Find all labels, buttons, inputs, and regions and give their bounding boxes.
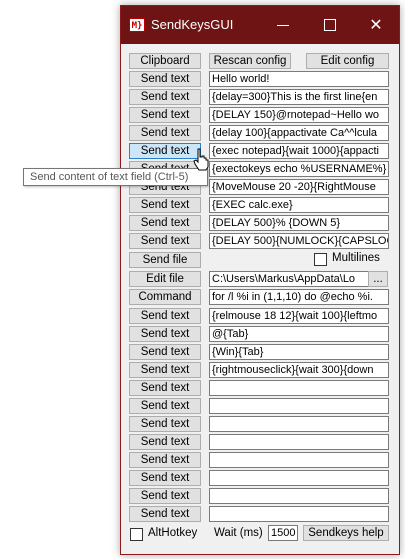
send-text-button[interactable]: Send text	[129, 362, 201, 378]
send-text-field[interactable]	[209, 506, 389, 522]
wait-ms-field[interactable]: 1500	[268, 525, 298, 541]
send-text-field[interactable]: {delay=300}This is the first line{en	[209, 89, 389, 105]
window-title: SendKeysGUI	[151, 17, 234, 32]
tooltip: Send content of text field (Ctrl-5)	[23, 168, 208, 186]
close-button[interactable]: ✕	[353, 6, 399, 44]
send-text-button[interactable]: Send text	[129, 215, 201, 231]
send-text-button[interactable]: Send text	[129, 434, 201, 450]
send-text-field[interactable]: {DELAY 500}{NUMLOCK}{CAPSLOC	[209, 233, 389, 249]
edit-file-button[interactable]: Edit file	[129, 271, 201, 287]
send-text-field[interactable]: {EXEC calc.exe}	[209, 197, 389, 213]
althotkey-checkbox[interactable]	[130, 528, 143, 541]
rescan-config-button[interactable]: Rescan config	[209, 53, 291, 69]
send-text-button[interactable]: Send text	[129, 233, 201, 249]
wait-label: Wait (ms)	[214, 527, 263, 539]
send-text-button[interactable]: Send text	[129, 398, 201, 414]
send-text-field[interactable]	[209, 380, 389, 396]
maximize-button[interactable]	[307, 6, 353, 44]
sendkeysgui-window: M} SendKeysGUI ✕ Clipboard Rescan config…	[120, 5, 400, 555]
sendkeys-help-button[interactable]: Sendkeys help	[303, 525, 389, 541]
send-text-field[interactable]: {exectokeys echo %USERNAME%}	[209, 161, 389, 177]
minimize-icon	[277, 25, 289, 26]
maximize-icon	[324, 19, 336, 31]
edit-config-button[interactable]: Edit config	[306, 53, 389, 69]
hand-cursor-icon	[193, 148, 209, 171]
send-text-field[interactable]: {DELAY 500}% {DOWN 5}	[209, 215, 389, 231]
close-icon: ✕	[369, 15, 383, 34]
send-text-field[interactable]	[209, 452, 389, 468]
send-text-field[interactable]	[209, 434, 389, 450]
send-text-field[interactable]: {MoveMouse 20 -20}{RightMouse	[209, 179, 389, 195]
send-file-button[interactable]: Send file	[129, 252, 201, 268]
send-text-field[interactable]	[209, 398, 389, 414]
send-text-button[interactable]: Send text	[129, 326, 201, 342]
send-text-field[interactable]: @{Tab}	[209, 326, 389, 342]
send-text-button[interactable]: Send text	[129, 344, 201, 360]
send-text-button[interactable]: Send text	[129, 71, 201, 87]
send-text-field[interactable]: {rightmouseclick}{wait 300}{down	[209, 362, 389, 378]
title-bar[interactable]: M} SendKeysGUI ✕	[121, 6, 399, 44]
send-text-button[interactable]: Send text	[129, 380, 201, 396]
send-text-button[interactable]: Send text	[129, 197, 201, 213]
send-text-field[interactable]: {exec notepad}{wait 1000}{appacti	[209, 143, 389, 159]
clipboard-button[interactable]: Clipboard	[129, 53, 201, 69]
command-button[interactable]: Command	[129, 289, 201, 305]
send-text-button[interactable]: Send text	[129, 308, 201, 324]
send-text-field[interactable]: Hello world!	[209, 71, 389, 87]
send-text-field[interactable]	[209, 470, 389, 486]
send-text-field[interactable]: {DELAY 150}@rnotepad~Hello wo	[209, 107, 389, 123]
app-icon: M}	[129, 18, 145, 32]
multilines-label: Multilines	[332, 252, 380, 264]
send-text-field[interactable]: {delay 100}{appactivate Ca^^lcula	[209, 125, 389, 141]
browse-button[interactable]: ...	[368, 271, 388, 287]
althotkey-label: AltHotkey	[148, 527, 198, 539]
send-text-button[interactable]: Send text	[129, 107, 201, 123]
send-text-field[interactable]: {relmouse 18 12}{wait 100}{leftmo	[209, 308, 389, 324]
send-text-button[interactable]: Send text	[129, 470, 201, 486]
send-text-button[interactable]: Send text	[129, 416, 201, 432]
send-text-button[interactable]: Send text	[129, 125, 201, 141]
send-text-field[interactable]	[209, 416, 389, 432]
command-field[interactable]: for /l %i in (1,1,10) do @echo %i.	[209, 289, 389, 305]
send-text-button[interactable]: Send text	[129, 506, 201, 522]
send-text-button[interactable]: Send text	[129, 143, 201, 159]
send-text-button[interactable]: Send text	[129, 452, 201, 468]
multilines-checkbox[interactable]	[314, 253, 327, 266]
send-text-field[interactable]	[209, 488, 389, 504]
minimize-button[interactable]	[261, 6, 307, 44]
send-text-button[interactable]: Send text	[129, 89, 201, 105]
send-text-button[interactable]: Send text	[129, 488, 201, 504]
file-path-field[interactable]: C:\Users\Markus\AppData\Lo	[209, 271, 369, 287]
send-text-field[interactable]: {Win}{Tab}	[209, 344, 389, 360]
